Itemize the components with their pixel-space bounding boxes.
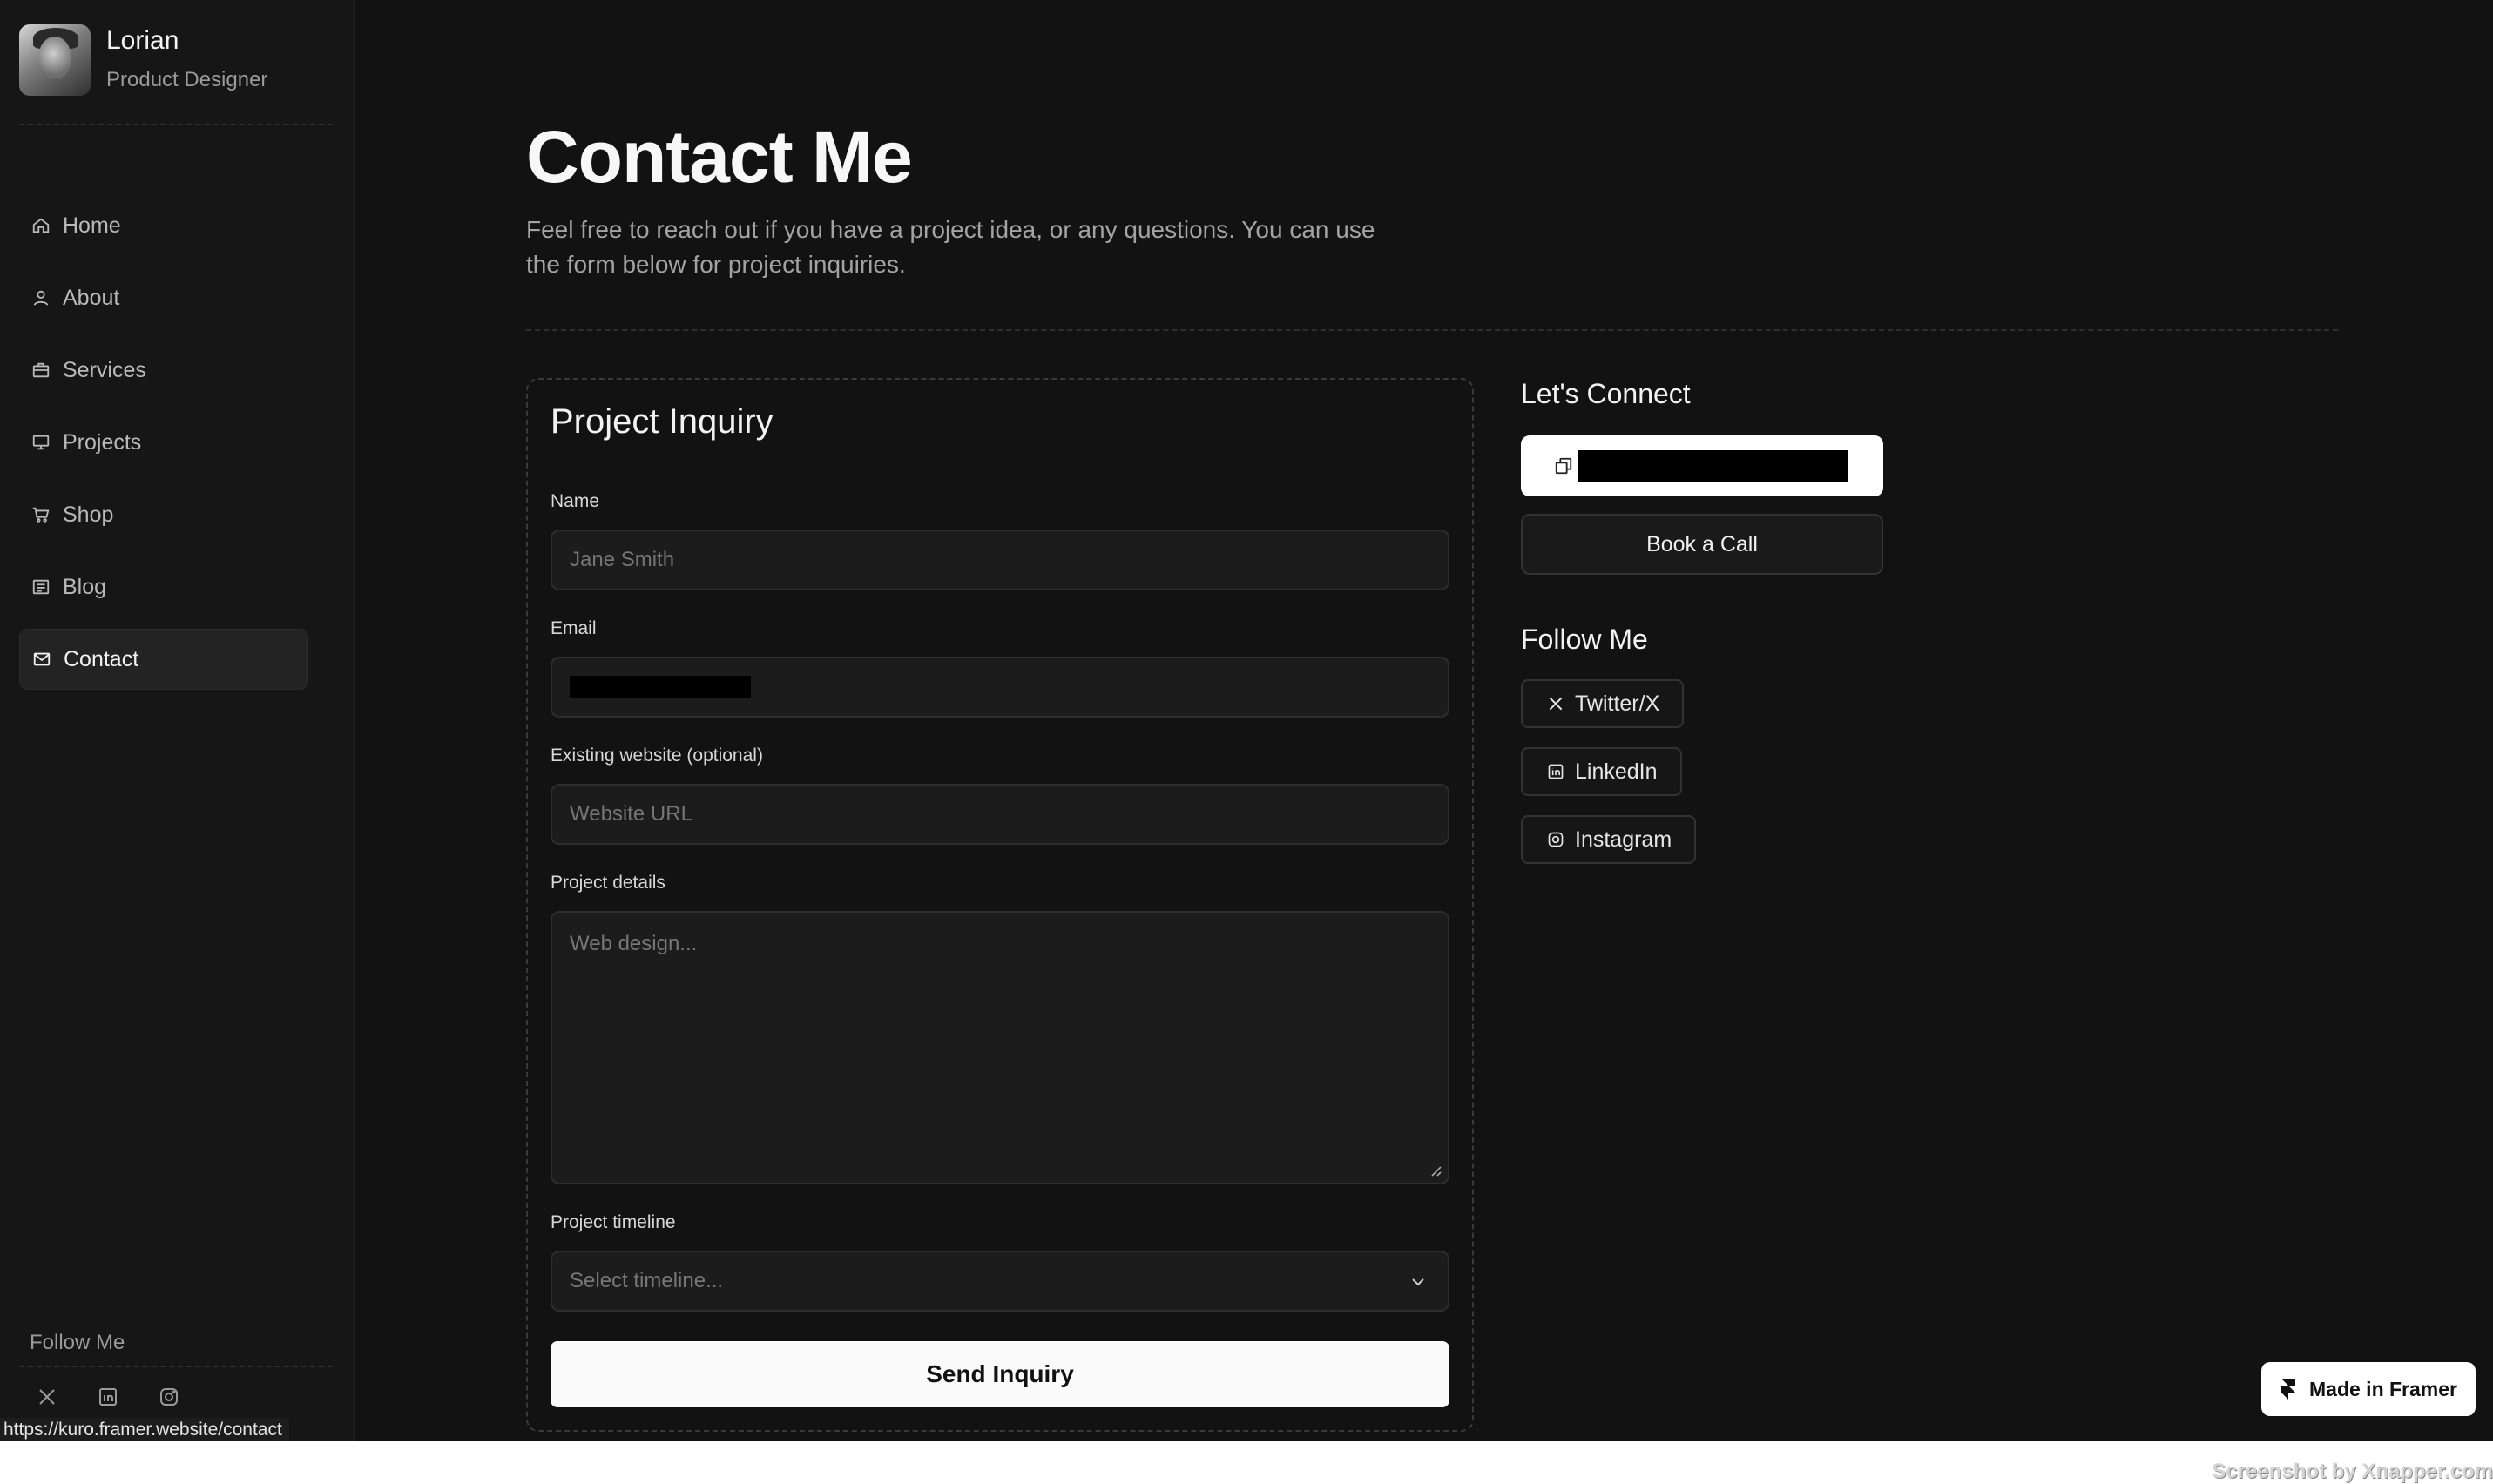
- cart-icon: [31, 505, 51, 524]
- sidebar-item-label: Contact: [64, 646, 139, 671]
- name-label: Name: [551, 491, 600, 511]
- home-icon: [31, 216, 51, 235]
- linkedin-icon: [1547, 763, 1564, 780]
- website-field[interactable]: [551, 784, 1449, 845]
- resize-grip-icon[interactable]: [1429, 1164, 1442, 1177]
- sidebar-item-label: Services: [63, 357, 146, 382]
- connect-title: Let's Connect: [1521, 378, 1691, 409]
- website-label: Existing website (optional): [551, 745, 763, 766]
- projects-icon: [31, 433, 51, 452]
- sidebar-follow-label: Follow Me: [30, 1331, 125, 1354]
- sidebar-item-home[interactable]: Home: [19, 195, 308, 256]
- project-inquiry-form: Project Inquiry Name Email Existing webs…: [526, 378, 1474, 1432]
- redacted-email: [1578, 450, 1848, 482]
- instagram-icon[interactable]: [157, 1385, 181, 1409]
- book-call-button[interactable]: Book a Call: [1521, 514, 1883, 575]
- sidebar-item-projects[interactable]: Projects: [19, 412, 308, 473]
- email-field[interactable]: [551, 657, 1449, 718]
- form-title: Project Inquiry: [551, 402, 774, 441]
- status-bar-url: https://kuro.framer.website/contact: [0, 1418, 289, 1441]
- framer-badge-label: Made in Framer: [2309, 1377, 2457, 1400]
- timeline-placeholder: Select timeline...: [570, 1269, 724, 1292]
- sidebar-item-label: Projects: [63, 429, 142, 455]
- profile-role: Product Designer: [106, 68, 268, 91]
- mail-icon: [32, 650, 51, 669]
- redacted-email-value: [570, 676, 751, 698]
- x-icon: [1547, 695, 1564, 712]
- copy-icon: [1555, 457, 1572, 475]
- chevron-down-icon: [1412, 1278, 1424, 1286]
- details-label: Project details: [551, 873, 665, 893]
- blog-icon: [31, 577, 51, 597]
- timeline-select[interactable]: Select timeline...: [551, 1251, 1449, 1312]
- sidebar-item-label: About: [63, 285, 120, 310]
- sidebar-item-contact[interactable]: Contact: [19, 629, 308, 690]
- linkedin-label: LinkedIn: [1575, 759, 1658, 784]
- twitter-label: Twitter/X: [1575, 691, 1660, 716]
- made-in-framer-badge[interactable]: Made in Framer: [2261, 1362, 2476, 1416]
- page-title: Contact Me: [526, 116, 913, 198]
- email-label: Email: [551, 618, 597, 638]
- sidebar-item-label: Home: [63, 212, 121, 238]
- sidebar-item-services[interactable]: Services: [19, 340, 308, 401]
- sidebar-divider: [19, 124, 333, 125]
- instagram-icon: [1547, 831, 1564, 848]
- sidebar-nav: Home About Services Projects Shop Blog C…: [19, 195, 308, 701]
- project-details-textarea[interactable]: Web design...: [551, 911, 1449, 1184]
- sidebar-divider: [19, 1366, 333, 1367]
- screenshot-watermark: Screenshot by Xnapper.com: [2212, 1460, 2493, 1483]
- name-field[interactable]: [551, 530, 1449, 590]
- instagram-link[interactable]: Instagram: [1521, 815, 1697, 864]
- sidebar-social-links: [35, 1385, 181, 1409]
- profile-name: Lorian: [106, 26, 179, 55]
- page-subtitle: Feel free to reach out if you have a pro…: [526, 216, 1375, 278]
- linkedin-link[interactable]: LinkedIn: [1521, 747, 1682, 796]
- sidebar: Lorian Product Designer Home About Servi…: [0, 0, 355, 1441]
- copy-email-button[interactable]: [1521, 435, 1883, 496]
- sidebar-item-blog[interactable]: Blog: [19, 556, 308, 617]
- section-divider: [526, 329, 2338, 331]
- sidebar-item-about[interactable]: About: [19, 267, 308, 328]
- sidebar-item-shop[interactable]: Shop: [19, 484, 308, 545]
- app-window: Lorian Product Designer Home About Servi…: [0, 0, 2493, 1441]
- twitter-link[interactable]: Twitter/X: [1521, 679, 1685, 728]
- timeline-label: Project timeline: [551, 1212, 676, 1232]
- instagram-label: Instagram: [1575, 826, 1672, 852]
- sidebar-item-label: Blog: [63, 574, 107, 599]
- sidebar-item-label: Shop: [63, 502, 114, 527]
- briefcase-icon: [31, 361, 51, 380]
- avatar: [19, 24, 91, 96]
- send-inquiry-button[interactable]: Send Inquiry: [551, 1341, 1449, 1407]
- linkedin-icon[interactable]: [96, 1385, 120, 1409]
- x-icon[interactable]: [35, 1385, 59, 1409]
- profile: Lorian Product Designer: [19, 24, 333, 98]
- details-placeholder: Web design...: [570, 932, 698, 955]
- framer-logo-icon: [2281, 1379, 2295, 1400]
- follow-title: Follow Me: [1521, 624, 1648, 655]
- user-icon: [31, 288, 51, 307]
